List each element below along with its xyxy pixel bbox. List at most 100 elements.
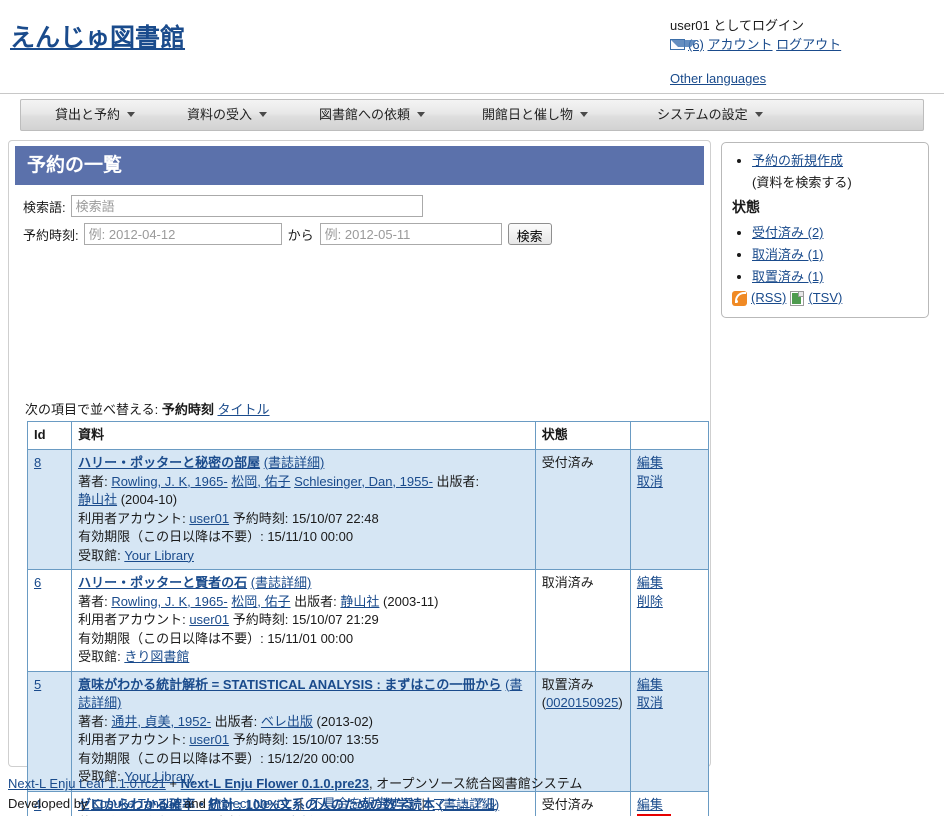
chevron-down-icon [417, 112, 426, 117]
chevron-down-icon [259, 112, 268, 117]
table-body: 8 ハリー・ポッターと秘密の部屋 (書誌詳細) 著者: Rowling, J. … [26, 449, 710, 816]
column-header-id: Id [26, 421, 73, 450]
developer-link[interactable]: Kosuke Tanabe [91, 796, 180, 811]
author-link[interactable]: 松岡, 佑子 [231, 474, 290, 489]
state-filter-accepted[interactable]: 受付済み (2) [752, 225, 824, 240]
state-filter-retained[interactable]: 取置済み (1) [752, 269, 824, 284]
nav-label: 資料の受入 [187, 107, 253, 122]
bib-detail-link-wrap: (書誌詳細) [264, 455, 325, 470]
reserved-at-label: 予約時刻: [232, 510, 289, 526]
item-code-link[interactable]: 0020150925 [546, 695, 618, 710]
pickup-library-link[interactable]: きり図書館 [124, 649, 189, 664]
nav-item-system-settings[interactable]: システムの設定 [651, 100, 769, 130]
reserve-search-form: 検索語: 予約時刻: から 検索 [23, 195, 693, 251]
user-session-box: user01 としてログイン (6) アカウント ログアウト [670, 16, 841, 54]
publisher-link[interactable]: 静山社 [78, 492, 117, 507]
search-button[interactable]: 検索 [507, 223, 552, 245]
reserves-table: Id 資料 状態 8 ハリー・ポッターと秘密の部屋 (書誌詳細) 著者: Row… [26, 421, 710, 816]
cell-id: 6 [26, 569, 73, 672]
account-links-row: (6) アカウント ログアウト [670, 35, 841, 54]
date-from-input[interactable] [83, 223, 282, 245]
edit-link[interactable]: 編集 [637, 454, 702, 473]
account-link[interactable]: アカウント [708, 37, 773, 52]
nav-item-events[interactable]: 開館日と催し物 [476, 100, 594, 130]
footer-and: and [184, 796, 206, 811]
cancel-link[interactable]: 取消 [637, 473, 702, 492]
nav-item-acquisition[interactable]: 資料の受入 [181, 100, 273, 130]
pickup-label: 受取館: [78, 649, 121, 664]
pickup-library-link[interactable]: Your Library [124, 548, 194, 563]
reserve-id-link[interactable]: 6 [34, 575, 41, 590]
delete-link[interactable]: 削除 [637, 593, 702, 612]
rss-link[interactable]: (RSS) [751, 289, 786, 307]
pubdate-text: (2003-11) [383, 593, 439, 609]
reserve-id-link[interactable]: 5 [34, 677, 41, 692]
cell-state: 取置済み (0020150925) [534, 670, 631, 792]
other-languages-link[interactable]: Other languages [670, 71, 766, 86]
footer-separator: | [298, 796, 303, 811]
search-date-row: 予約時刻: から 検索 [23, 223, 693, 245]
edit-link[interactable]: 編集 [637, 574, 702, 593]
bib-detail-link[interactable]: (書誌詳細) [264, 455, 325, 470]
manifestation-title-link[interactable]: ハリー・ポッターと秘密の部屋 [78, 455, 260, 470]
new-reserve-link[interactable]: 予約の新規作成 [752, 153, 843, 168]
manifestation-title-link[interactable]: ハリー・ポッターと賢者の石 [78, 575, 247, 590]
manifestation-title-link[interactable]: 意味がわかる統計解析 = STATISTICAL ANALYSIS : まずはこ… [78, 677, 501, 692]
search-term-row: 検索語: [23, 195, 693, 217]
author-link[interactable]: 松岡, 佑子 [231, 594, 290, 609]
author-link[interactable]: Rowling, J. K, 1965- [111, 474, 227, 489]
reserved-at-label: 予約時刻: [232, 732, 289, 747]
column-header-item: 資料 [71, 421, 536, 450]
tsv-link[interactable]: (TSV) [808, 289, 842, 307]
sidebar-state-list: 受付済み (2) 取消済み (1) 取置済み (1) [732, 223, 918, 287]
reserve-id-link[interactable]: 8 [34, 455, 41, 470]
publisher-label: 出版者: [214, 713, 258, 729]
sidebar-state-heading: 状態 [732, 199, 760, 215]
bug-report-link[interactable]: 不具合を報告する [310, 796, 414, 811]
expire-label: 有効期限（この日以降は不要）: [78, 630, 264, 646]
author-link[interactable]: Schlesinger, Dan, 1955- [294, 474, 433, 489]
developed-by-label: Developed by [8, 796, 88, 811]
author-link[interactable]: Rowling, J. K, 1965- [111, 594, 227, 609]
sidebar-panel: 予約の新規作成 (資料を検索する) 状態 受付済み (2) 取消済み (1) 取… [721, 142, 929, 318]
chevron-down-icon [580, 112, 589, 117]
date-to-input[interactable] [319, 223, 502, 245]
search-input[interactable] [70, 195, 423, 217]
cell-actions: 編集 取消 [629, 670, 710, 792]
cell-item: 意味がわかる統計解析 = STATISTICAL ANALYSIS : まずはこ… [71, 670, 536, 792]
rss-icon[interactable] [732, 290, 747, 306]
enju-flower-link[interactable]: Next-L Enju Flower 0.1.0.pre23 [181, 776, 369, 791]
new-reserve-note: (資料を検索する) [752, 175, 852, 190]
cell-id: 8 [26, 449, 73, 570]
site-title-link[interactable]: えんじゅ図書館 [10, 18, 185, 54]
date-range-separator-label: から [287, 227, 314, 243]
project-link[interactable]: Project Next-L [209, 796, 291, 811]
manual-link[interactable]: マニュアル [433, 796, 498, 811]
cell-item: ハリー・ポッターと秘密の部屋 (書誌詳細) 著者: Rowling, J. K,… [71, 449, 536, 570]
expire-value: 15/12/20 00:00 [267, 750, 355, 766]
account-link[interactable]: user01 [189, 732, 229, 747]
chevron-down-icon [127, 112, 136, 117]
footer-separator: | [421, 796, 426, 811]
author-link[interactable]: 通井, 貞美, 1952- [111, 714, 211, 729]
state-filter-canceled[interactable]: 取消済み (1) [752, 247, 824, 262]
enju-leaf-link[interactable]: Next-L Enju Leaf 1.1.0.rc21 [8, 776, 166, 791]
reserved-at-value: 15/10/07 13:55 [291, 732, 379, 747]
tsv-icon[interactable] [790, 290, 805, 306]
nav-item-library-request[interactable]: 図書館への依頼 [313, 100, 431, 130]
expire-label: 有効期限（この日以降は不要）: [78, 750, 264, 766]
publisher-link[interactable]: ベレ出版 [261, 714, 313, 729]
bib-detail-link[interactable]: (書誌詳細) [251, 575, 312, 590]
account-link[interactable]: user01 [189, 612, 229, 627]
cell-actions: 編集 削除 [629, 569, 710, 672]
logout-link[interactable]: ログアウト [776, 37, 841, 52]
cancel-link[interactable]: 取消 [637, 694, 702, 713]
nav-item-circulation[interactable]: 貸出と予約 [49, 100, 141, 130]
edit-link[interactable]: 編集 [637, 676, 702, 695]
author-label: 著者: [78, 713, 108, 729]
sort-link-title[interactable]: タイトル [218, 402, 270, 417]
table-header-row: Id 資料 状態 [26, 421, 710, 450]
search-term-label: 検索語: [23, 199, 66, 215]
publisher-link[interactable]: 静山社 [340, 594, 379, 609]
account-link[interactable]: user01 [189, 511, 229, 526]
